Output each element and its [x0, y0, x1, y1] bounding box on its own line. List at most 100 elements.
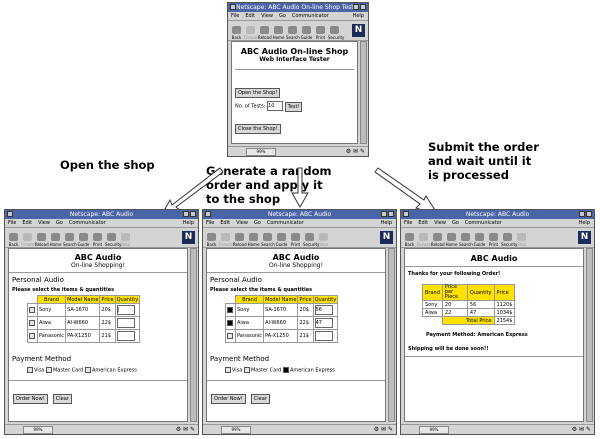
row-select[interactable] — [225, 303, 236, 317]
radio-mastercard[interactable] — [45, 367, 52, 373]
home-button[interactable]: Home — [445, 233, 458, 247]
radio-amex[interactable] — [84, 367, 91, 373]
back-button[interactable]: Back — [7, 233, 20, 247]
checkbox[interactable] — [227, 332, 233, 339]
security-button[interactable]: Security — [105, 233, 121, 247]
checkbox[interactable] — [227, 306, 233, 313]
stop-button[interactable]: Stop — [515, 233, 528, 247]
quantity-input[interactable]: 47 — [314, 318, 333, 328]
menu-file[interactable]: File — [231, 13, 239, 19]
print-button[interactable]: Print — [289, 233, 302, 247]
back-button[interactable]: Back — [205, 233, 218, 247]
radio-mastercard[interactable] — [243, 367, 250, 373]
test-button[interactable]: Test! — [284, 101, 303, 112]
menu-communicator[interactable]: Communicator — [69, 220, 106, 226]
menu-edit[interactable]: Edit — [220, 220, 230, 226]
radio-amex[interactable] — [282, 367, 289, 373]
row-select[interactable] — [225, 329, 236, 343]
forward-button[interactable]: Forward — [417, 233, 433, 247]
guide-button[interactable]: Guide — [473, 233, 486, 247]
clear-button[interactable]: Clear — [250, 393, 270, 404]
home-button[interactable]: Home — [272, 26, 285, 40]
quantity-input[interactable] — [314, 331, 333, 341]
back-button[interactable]: Back — [403, 233, 416, 247]
stop-button[interactable]: Stop — [317, 233, 330, 247]
menu-help[interactable]: Help — [183, 219, 194, 227]
menu-go[interactable]: Go — [254, 220, 261, 226]
guide-button[interactable]: Guide — [300, 26, 313, 40]
reload-button[interactable]: Reload — [35, 233, 49, 247]
order-now-button[interactable]: Order Now! — [211, 393, 246, 404]
window-menu-button[interactable] — [7, 211, 13, 217]
maximize-button[interactable] — [190, 211, 196, 217]
menu-go[interactable]: Go — [56, 220, 63, 226]
guide-button[interactable]: Guide — [77, 233, 90, 247]
menu-edit[interactable]: Edit — [22, 220, 32, 226]
print-button[interactable]: Print — [91, 233, 104, 247]
tests-input[interactable]: 10 — [267, 101, 284, 111]
menu-view[interactable]: View — [434, 220, 446, 226]
vertical-scrollbar[interactable] — [360, 41, 367, 144]
menu-help[interactable]: Help — [381, 219, 392, 227]
quantity-input[interactable]: 56 — [314, 305, 333, 315]
menu-help[interactable]: Help — [353, 12, 364, 20]
open-shop-button[interactable]: Open the Shop! — [235, 88, 281, 98]
print-button[interactable]: Print — [314, 26, 327, 40]
quantity-input[interactable] — [116, 331, 135, 341]
close-shop-button[interactable]: Close the Shop! — [235, 123, 281, 134]
quantity-input[interactable]: | — [116, 305, 135, 315]
quantity-input[interactable] — [116, 318, 135, 328]
home-button[interactable]: Home — [49, 233, 62, 247]
minimize-button[interactable] — [183, 211, 189, 217]
search-button[interactable]: Search — [63, 233, 77, 247]
checkbox[interactable] — [227, 319, 233, 326]
menu-file[interactable]: File — [206, 220, 214, 226]
maximize-button[interactable] — [360, 4, 366, 10]
window-menu-button[interactable] — [403, 211, 409, 217]
clear-button[interactable]: Clear — [52, 393, 72, 404]
maximize-button[interactable] — [388, 211, 394, 217]
menu-communicator[interactable]: Communicator — [267, 220, 304, 226]
vertical-scrollbar[interactable] — [190, 248, 197, 422]
checkbox[interactable] — [29, 319, 35, 326]
minimize-button[interactable] — [381, 211, 387, 217]
minimize-button[interactable] — [579, 211, 585, 217]
menu-go[interactable]: Go — [279, 13, 286, 19]
window-menu-button[interactable] — [230, 4, 236, 10]
menu-edit[interactable]: Edit — [245, 13, 255, 19]
menu-help[interactable]: Help — [579, 219, 590, 227]
row-select[interactable] — [27, 303, 38, 317]
row-select[interactable] — [27, 329, 38, 343]
stop-button[interactable]: Stop — [119, 233, 132, 247]
security-button[interactable]: Security — [328, 26, 344, 40]
reload-button[interactable]: Reload — [258, 26, 272, 40]
vertical-scrollbar[interactable] — [586, 248, 593, 422]
checkbox[interactable] — [29, 332, 35, 339]
radio-visa[interactable] — [225, 367, 231, 373]
forward-button[interactable]: Forward — [21, 233, 37, 247]
menu-edit[interactable]: Edit — [418, 220, 428, 226]
guide-button[interactable]: Guide — [275, 233, 288, 247]
back-button[interactable]: Back — [230, 26, 243, 40]
window-menu-button[interactable] — [205, 211, 211, 217]
menu-communicator[interactable]: Communicator — [292, 13, 329, 19]
reload-button[interactable]: Reload — [431, 233, 445, 247]
search-button[interactable]: Search — [459, 233, 473, 247]
row-select[interactable] — [225, 316, 236, 330]
maximize-button[interactable] — [586, 211, 592, 217]
checkbox[interactable] — [29, 306, 35, 313]
menu-view[interactable]: View — [261, 13, 273, 19]
radio-visa[interactable] — [27, 367, 33, 373]
minimize-button[interactable] — [353, 4, 359, 10]
print-button[interactable]: Print — [487, 233, 500, 247]
menu-communicator[interactable]: Communicator — [465, 220, 502, 226]
menu-view[interactable]: View — [38, 220, 50, 226]
vertical-scrollbar[interactable] — [388, 248, 395, 422]
search-button[interactable]: Search — [286, 26, 300, 40]
menu-file[interactable]: File — [404, 220, 412, 226]
search-button[interactable]: Search — [261, 233, 275, 247]
forward-button[interactable]: Forward — [219, 233, 235, 247]
order-now-button[interactable]: Order Now! — [13, 393, 48, 404]
home-button[interactable]: Home — [247, 233, 260, 247]
menu-go[interactable]: Go — [452, 220, 459, 226]
